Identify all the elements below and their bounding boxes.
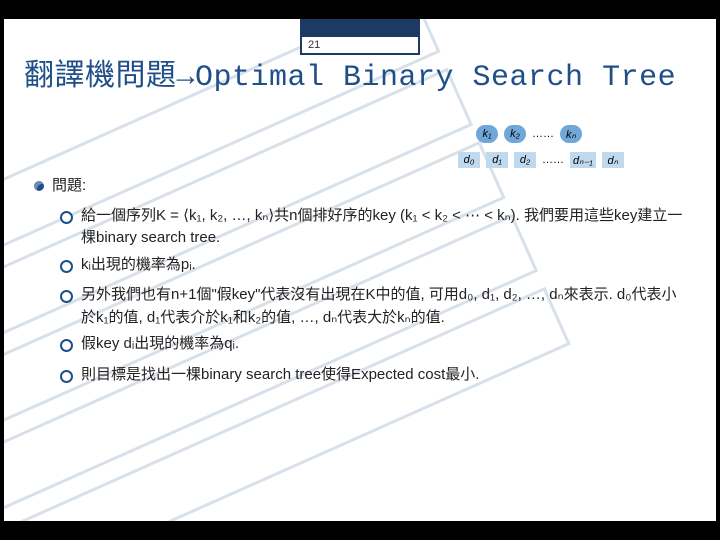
key-node: k₂ [504, 125, 526, 143]
bullet-heading: 問題: [52, 175, 86, 199]
diagram-leaf-row: d₀ d₁ d₂ …… dₙ₋₁ dₙ [458, 149, 688, 171]
bullet-level2: kᵢ出現的機率為pᵢ. [60, 254, 690, 281]
dummy-node: dₙ₋₁ [570, 152, 596, 168]
bullet-icon [60, 333, 73, 360]
bullet-icon [60, 284, 73, 329]
bullet-text: 則目標是找出一棵binary search tree使得Expected cos… [81, 364, 479, 391]
key-node: k₁ [476, 125, 498, 143]
bullet-text: 假key dᵢ出現的機率為qᵢ. [81, 333, 239, 360]
bullet-text: 給一個序列K = ⟨k₁, k₂, …, kₙ⟩共n個排好序的key (k₁ <… [81, 205, 690, 250]
bullet-icon [60, 205, 73, 250]
dummy-node: d₀ [458, 152, 480, 168]
dummy-node: dₙ [602, 152, 624, 168]
slide-body: 問題: 給一個序列K = ⟨k₁, k₂, …, kₙ⟩共n個排好序的key (… [34, 175, 690, 394]
page-number-box: 21 [300, 19, 420, 55]
dummy-node: d₁ [486, 152, 508, 168]
bullet-level2: 假key dᵢ出現的機率為qᵢ. [60, 333, 690, 360]
bullet-icon [34, 175, 44, 199]
slide: 21 翻譯機問題→Optimal Binary Search Tree k₁ k… [4, 19, 716, 521]
ellipsis: …… [542, 154, 564, 166]
bullet-level2: 給一個序列K = ⟨k₁, k₂, …, kₙ⟩共n個排好序的key (k₁ <… [60, 205, 690, 250]
obst-key-diagram: k₁ k₂ …… kₙ d₀ d₁ d₂ …… dₙ₋₁ dₙ [458, 123, 688, 171]
bullet-icon [60, 364, 73, 391]
bullet-level2: 另外我們也有n+1個"假key"代表沒有出現在K中的值, 可用d₀, d₁, d… [60, 284, 690, 329]
bullet-level2: 則目標是找出一棵binary search tree使得Expected cos… [60, 364, 690, 391]
bullet-text: kᵢ出現的機率為pᵢ. [81, 254, 196, 281]
page-number: 21 [308, 39, 320, 51]
key-node: kₙ [560, 125, 582, 143]
dummy-node: d₂ [514, 152, 536, 168]
bullet-icon [60, 254, 73, 281]
slide-title: 翻譯機問題→Optimal Binary Search Tree [24, 61, 704, 96]
bullet-level1: 問題: [34, 175, 690, 199]
bullet-text: 另外我們也有n+1個"假key"代表沒有出現在K中的值, 可用d₀, d₁, d… [81, 284, 690, 329]
diagram-internal-row: k₁ k₂ …… kₙ [458, 123, 688, 145]
ellipsis: …… [532, 128, 554, 140]
